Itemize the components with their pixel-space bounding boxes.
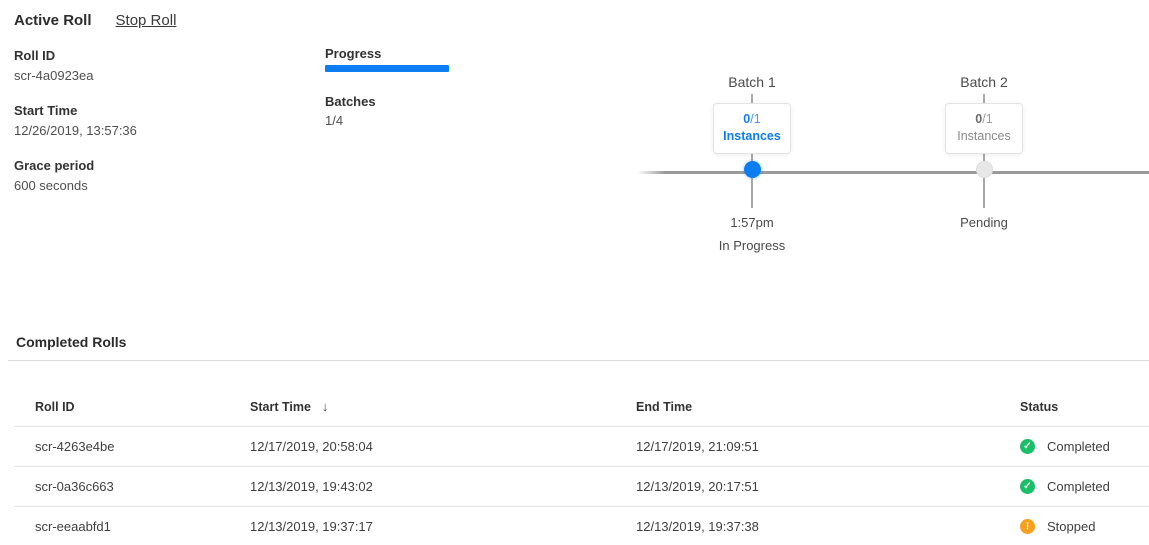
batch-1-time: 1:57pm <box>682 215 822 230</box>
batch-2-connector <box>983 154 985 161</box>
progress-bar <box>325 65 449 72</box>
roll-id-label: Roll ID <box>14 46 137 66</box>
batch-1-instances-label: Instances <box>714 128 790 145</box>
table-row: scr-4263e4be 12/17/2019, 20:58:04 12/17/… <box>14 427 1149 467</box>
batch-1-group: Batch 1 0/1 Instances 1:57pm In Progress <box>682 74 822 253</box>
roll-id-field: Roll ID scr-4a0923ea <box>14 46 137 86</box>
batch-1-connector <box>751 154 753 161</box>
cell-start-time: 12/13/2019, 19:43:02 <box>250 479 636 494</box>
check-circle-icon: ✓ <box>1020 439 1035 454</box>
status-text: Completed <box>1047 439 1110 454</box>
cell-roll-id: scr-4263e4be <box>14 439 250 454</box>
alert-circle-icon: ! <box>1020 519 1035 534</box>
cell-end-time: 12/17/2019, 21:09:51 <box>636 439 1020 454</box>
column-header-end-time: End Time <box>636 400 1020 414</box>
batch-2-instance-count: 0/1 <box>946 111 1022 128</box>
start-time-value: 12/26/2019, 13:57:36 <box>14 121 137 141</box>
batch-2-instances-card: 0/1 Instances <box>945 103 1023 154</box>
column-header-roll-id: Roll ID <box>14 400 250 414</box>
batch-2-tick <box>983 94 985 103</box>
grace-period-label: Grace period <box>14 156 137 176</box>
sort-descending-icon[interactable]: ↓ <box>322 399 329 414</box>
stop-roll-link[interactable]: Stop Roll <box>116 12 177 29</box>
batch-1-status: In Progress <box>682 238 822 253</box>
check-circle-icon: ✓ <box>1020 479 1035 494</box>
batch-2-group: Batch 2 0/1 Instances Pending <box>914 74 1054 238</box>
completed-rolls-table: Roll ID Start Time ↓ End Time Status scr… <box>14 387 1149 545</box>
batch-1-instances-card[interactable]: 0/1 Instances <box>713 103 791 154</box>
batch-2-title: Batch 2 <box>914 74 1054 90</box>
cell-end-time: 12/13/2019, 20:17:51 <box>636 479 1020 494</box>
status-text: Stopped <box>1047 519 1095 534</box>
column-header-start-time[interactable]: Start Time ↓ <box>250 399 636 414</box>
batch-2-timeline-dot <box>976 161 993 178</box>
grace-period-value: 600 seconds <box>14 176 137 196</box>
table-row: scr-0a36c663 12/13/2019, 19:43:02 12/13/… <box>14 467 1149 507</box>
active-roll-page: Active Roll Stop Roll Roll ID scr-4a0923… <box>0 0 1149 545</box>
table-row: scr-eeaabfd1 12/13/2019, 19:37:17 12/13/… <box>14 507 1149 545</box>
grace-period-field: Grace period 600 seconds <box>14 156 137 196</box>
batch-1-stem <box>751 178 753 208</box>
batch-2-time: Pending <box>914 215 1054 230</box>
cell-status: ! Stopped <box>1020 519 1149 534</box>
status-text: Completed <box>1047 479 1110 494</box>
batches-label: Batches <box>325 94 449 109</box>
cell-start-time: 12/13/2019, 19:37:17 <box>250 519 636 534</box>
batch-1-instance-count: 0/1 <box>714 111 790 128</box>
active-roll-title: Active Roll <box>14 12 92 29</box>
batch-2-instances-label: Instances <box>946 128 1022 145</box>
completed-rolls-title: Completed Rolls <box>16 334 126 350</box>
progress-label: Progress <box>325 46 449 61</box>
cell-roll-id: scr-eeaabfd1 <box>14 519 250 534</box>
batch-2-stem <box>983 178 985 208</box>
batch-1-tick <box>751 94 753 103</box>
progress-column: Progress Batches 1/4 <box>325 46 449 128</box>
column-header-status: Status <box>1020 400 1149 414</box>
roll-id-value: scr-4a0923ea <box>14 66 137 86</box>
start-time-label: Start Time <box>14 101 137 121</box>
cell-status: ✓ Completed <box>1020 479 1149 494</box>
roll-info-fields: Roll ID scr-4a0923ea Start Time 12/26/20… <box>14 46 137 211</box>
active-roll-header: Active Roll Stop Roll <box>14 12 176 29</box>
table-header-row: Roll ID Start Time ↓ End Time Status <box>14 387 1149 427</box>
batch-1-title: Batch 1 <box>682 74 822 90</box>
cell-roll-id: scr-0a36c663 <box>14 479 250 494</box>
start-time-field: Start Time 12/26/2019, 13:57:36 <box>14 101 137 141</box>
cell-status: ✓ Completed <box>1020 439 1149 454</box>
batch-1-timeline-dot <box>744 161 761 178</box>
cell-end-time: 12/13/2019, 19:37:38 <box>636 519 1020 534</box>
cell-start-time: 12/17/2019, 20:58:04 <box>250 439 636 454</box>
batches-value: 1/4 <box>325 113 449 128</box>
section-divider <box>8 360 1149 361</box>
